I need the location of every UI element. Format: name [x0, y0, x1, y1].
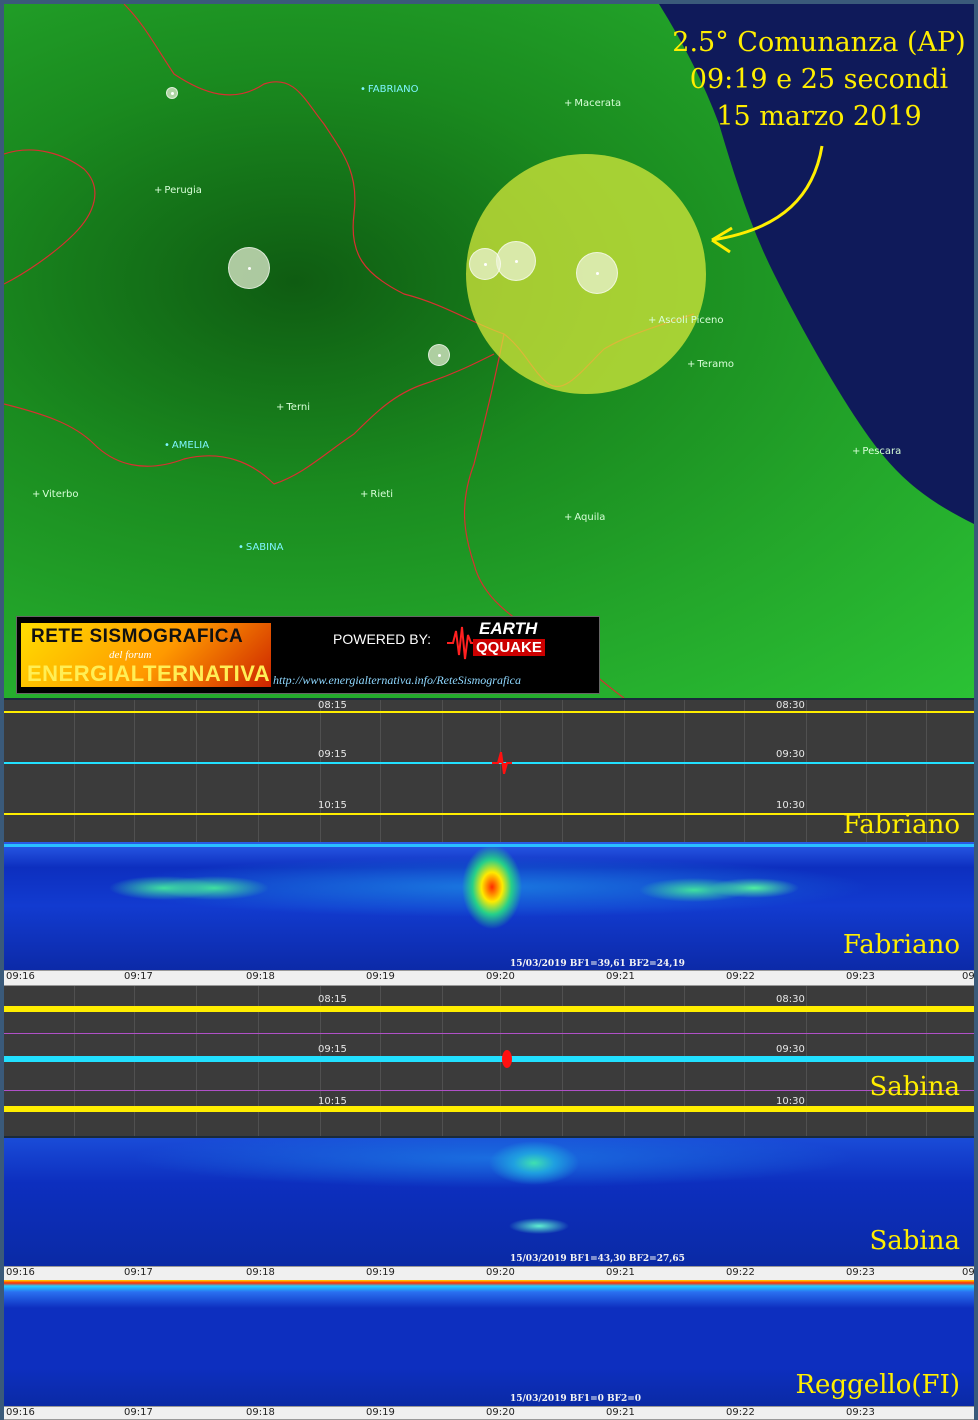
- logo-name: ENERGIALTERNATIVA: [27, 661, 271, 686]
- spectrogram-reggello: Reggello(FI) 15/03/2019 BF1=0 BF2=0: [4, 1280, 974, 1406]
- spectrogram-fabriano: Fabriano 15/03/2019 BF1=39,61 BF2=24,19: [4, 842, 974, 970]
- time-tick: 09:17: [124, 1407, 153, 1418]
- time-tick: 09:21: [606, 971, 635, 982]
- spectrogram-sabina: Sabina 15/03/2019 BF1=43,30 BF2=27,65: [4, 1138, 974, 1266]
- helicorder-time-label: 08:15: [318, 994, 347, 1005]
- past-event-dot: [496, 241, 536, 281]
- past-event-dot: [576, 252, 618, 294]
- city-label: Teramo: [687, 359, 734, 370]
- station-name: Sabina: [869, 1072, 960, 1102]
- seismograph-icon: [447, 626, 475, 660]
- past-event-dot: [228, 247, 270, 289]
- time-tick: 09:19: [366, 1267, 395, 1278]
- helicorder-time-label: 10:30: [776, 1096, 805, 1107]
- helicorder-fabriano: 08:15 09:15 10:15 08:30 09:30 10:30 Fabr…: [4, 700, 974, 842]
- time-tick: 09:18: [246, 1407, 275, 1418]
- time-axis: 09:16 09:17 09:18 09:19 09:20 09:21 09:2…: [4, 1406, 974, 1420]
- annotation-location: 2.5° Comunanza (AP): [672, 27, 966, 58]
- helicorder-time-label: 09:15: [318, 1044, 347, 1055]
- time-tick: 09:16: [6, 1267, 35, 1278]
- time-tick: 09:22: [726, 1407, 755, 1418]
- helicorder-time-label: 08:30: [776, 994, 805, 1005]
- time-tick: 09:18: [246, 1267, 275, 1278]
- past-event-dot: [166, 87, 178, 99]
- helicorder-time-label: 09:15: [318, 749, 347, 760]
- city-label: FABRIANO: [360, 84, 419, 95]
- spectrogram-caption: 15/03/2019 BF1=39,61 BF2=24,19: [510, 959, 685, 969]
- trace-line: [4, 813, 974, 815]
- trace-line: [4, 711, 974, 713]
- time-tick: 09:17: [124, 1267, 153, 1278]
- helicorder-sabina: 08:15 09:15 10:15 08:30 09:30 10:30 Sabi…: [4, 986, 974, 1136]
- time-tick: 09:23: [846, 971, 875, 982]
- annotation-time: 09:19 e 25 secondi: [689, 64, 949, 95]
- city-label: Terni: [276, 402, 310, 413]
- brand-qquake: QQUAKE: [473, 639, 545, 656]
- past-event-dot: [469, 248, 501, 280]
- helicorder-time-label: 08:15: [318, 700, 347, 711]
- trace-line: [4, 1033, 974, 1034]
- city-label: SABINA: [238, 542, 284, 553]
- trace-line: [4, 1090, 974, 1091]
- station-name: Sabina: [869, 1226, 960, 1256]
- city-label: Pescara: [852, 446, 901, 457]
- time-tick: 09:21: [606, 1407, 635, 1418]
- time-tick: 09:22: [726, 971, 755, 982]
- station-name: Fabriano: [842, 810, 960, 840]
- time-tick: 09:16: [6, 1407, 35, 1418]
- event-annotation: 2.5° Comunanza (AP) 09:19 e 25 secondi 1…: [664, 24, 974, 135]
- powered-by-label: POWERED BY:: [333, 631, 432, 647]
- past-event-dot: [428, 344, 450, 366]
- trace-line: [4, 762, 974, 764]
- logo-title: RETE SISMOGRAFICA: [31, 626, 244, 647]
- time-tick: 09: [962, 1267, 975, 1278]
- network-url: http://www.energialternativa.info/ReteSi…: [273, 673, 521, 687]
- helicorder-time-label: 10:15: [318, 1096, 347, 1107]
- city-label: Aquila: [564, 512, 605, 523]
- time-tick: 09: [962, 971, 975, 982]
- event-marker-icon: [492, 752, 512, 774]
- time-tick: 09:16: [6, 971, 35, 982]
- time-tick: 09:20: [486, 1267, 515, 1278]
- time-axis: 09:16 09:17 09:18 09:19 09:20 09:21 09:2…: [4, 970, 975, 986]
- epicenter-map: FABRIANO Macerata Perugia Ascoli Piceno …: [4, 4, 974, 698]
- station-name: Reggello(FI): [795, 1370, 960, 1400]
- city-label: AMELIA: [164, 440, 209, 451]
- time-tick: 09:20: [486, 971, 515, 982]
- time-tick: 09:23: [846, 1267, 875, 1278]
- helicorder-time-label: 09:30: [776, 749, 805, 760]
- helicorder-time-label: 09:30: [776, 1044, 805, 1055]
- time-tick: 09:21: [606, 1267, 635, 1278]
- annotation-date: 15 marzo 2019: [716, 101, 922, 132]
- helicorder-time-label: 10:15: [318, 800, 347, 811]
- time-tick: 09:19: [366, 971, 395, 982]
- logo-badge: RETE SISMOGRAFICA del forum ENERGIALTERN…: [21, 623, 271, 687]
- time-tick: 09:23: [846, 1407, 875, 1418]
- trace-line: [4, 1056, 974, 1062]
- city-label: Viterbo: [32, 489, 78, 500]
- spectrogram-caption: 15/03/2019 BF1=0 BF2=0: [510, 1394, 642, 1404]
- pointer-arrow-icon: [711, 145, 824, 254]
- city-label: Ascoli Piceno: [648, 315, 723, 326]
- city-label: Perugia: [154, 185, 202, 196]
- brand-earth: EARTH: [479, 619, 538, 638]
- logo-subtitle: del forum: [109, 649, 152, 661]
- time-tick: 09:18: [246, 971, 275, 982]
- trace-line: [4, 1006, 974, 1012]
- trace-line: [4, 1106, 974, 1112]
- network-logo: RETE SISMOGRAFICA del forum ENERGIALTERN…: [16, 616, 600, 694]
- time-tick: 09:22: [726, 1267, 755, 1278]
- time-tick: 09:17: [124, 971, 153, 982]
- city-label: Macerata: [564, 98, 621, 109]
- helicorder-time-label: 10:30: [776, 800, 805, 811]
- time-tick: 09:20: [486, 1407, 515, 1418]
- spectrogram-caption: 15/03/2019 BF1=43,30 BF2=27,65: [510, 1254, 685, 1264]
- helicorder-time-label: 08:30: [776, 700, 805, 711]
- time-tick: 09:19: [366, 1407, 395, 1418]
- city-label: Rieti: [360, 489, 393, 500]
- event-marker-icon: [502, 1050, 512, 1068]
- station-name: Fabriano: [842, 930, 960, 960]
